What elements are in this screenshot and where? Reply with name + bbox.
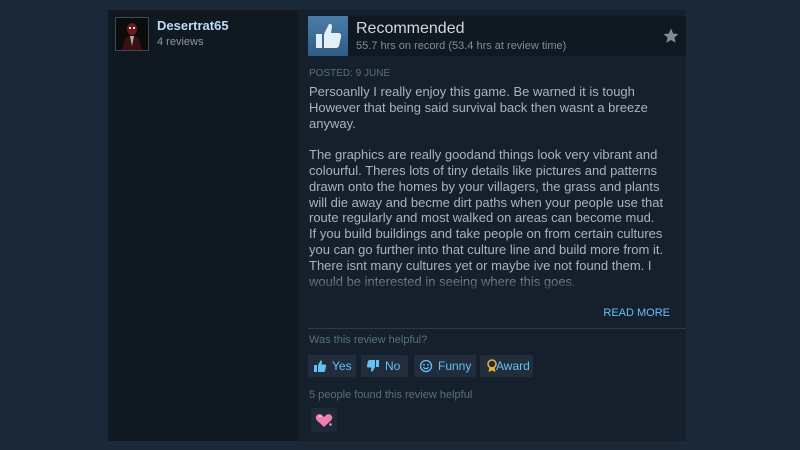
author-review-count[interactable]: 4 reviews [157,36,203,48]
smiley-icon [419,359,433,373]
award-label: Award [496,359,530,373]
review-card: Desertrat65 4 reviews Recommended 55.7 h… [108,10,686,441]
no-button[interactable]: No [361,355,408,377]
review-text: Persoanlly I really enjoy this game. Be … [309,84,664,289]
posted-date: POSTED: 9 JUNE [309,68,391,79]
vote-header: Recommended 55.7 hrs on record (53.4 hrs… [308,16,686,56]
read-more-link[interactable]: READ MORE [603,307,670,319]
star-icon[interactable] [662,27,680,45]
thumbs-down-icon [366,360,379,372]
helpful-question: Was this review helpful? [309,334,428,346]
received-award[interactable] [311,408,337,432]
no-label: No [385,359,401,373]
recommendation-title[interactable]: Recommended [356,20,465,38]
avatar[interactable] [116,18,148,50]
yes-button[interactable]: Yes [308,355,356,377]
funny-button[interactable]: Funny [414,355,476,377]
award-button[interactable]: Award [480,355,533,377]
author-name[interactable]: Desertrat65 [157,18,229,33]
heart-award-icon [315,414,333,427]
thumbs-up-icon [308,16,348,56]
text-fade-overlay [309,272,677,294]
thumbs-up-icon [314,360,327,372]
avatar-image [116,18,148,50]
divider [308,328,686,329]
yes-label: Yes [332,359,352,373]
helpful-count: 5 people found this review helpful [309,389,473,401]
funny-label: Funny [438,359,472,373]
hours-on-record: 55.7 hrs on record (53.4 hrs at review t… [356,40,567,52]
author-panel: Desertrat65 4 reviews [108,10,298,441]
